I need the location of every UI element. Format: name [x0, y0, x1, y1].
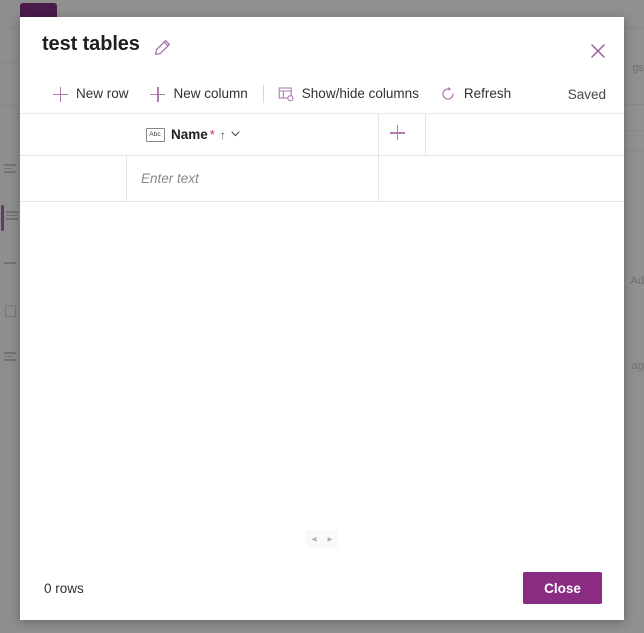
pager-previous-button[interactable]: ◂: [306, 530, 322, 548]
toolbar-divider: [262, 85, 264, 103]
new-row-name-input[interactable]: [139, 169, 378, 187]
name-cell[interactable]: [127, 155, 379, 201]
column-header-label: Name: [171, 127, 208, 142]
refresh-button[interactable]: Refresh: [432, 79, 518, 109]
column-header-name[interactable]: Abc Name * ↑: [127, 114, 379, 155]
required-marker: *: [209, 127, 215, 142]
row-count-label: 0 rows: [44, 580, 84, 596]
new-row-button[interactable]: New row: [44, 79, 136, 109]
pencil-icon[interactable]: [151, 37, 173, 59]
save-status: Saved: [567, 86, 606, 102]
background-nav-rail: [0, 0, 20, 633]
table-icon: [6, 211, 18, 222]
lines-icon: [4, 352, 16, 363]
plus-icon: [51, 85, 69, 103]
add-column-button[interactable]: [379, 114, 426, 155]
background-text-manage: ag: [631, 360, 644, 372]
row-gutter-cell: [20, 155, 127, 201]
dialog-footer: 0 rows Close: [20, 556, 624, 620]
grid-header-gutter: [20, 114, 127, 155]
columns-icon: [277, 85, 295, 103]
grid-header-row: Abc Name * ↑: [20, 114, 624, 156]
show-hide-columns-button[interactable]: Show/hide columns: [270, 79, 426, 109]
grid-pager: ◂ ▸: [20, 530, 624, 548]
menu-icon: [4, 164, 16, 175]
app-tab-chip: [20, 3, 57, 17]
command-bar: New row New column Show/hide columns Ref…: [20, 75, 624, 114]
close-icon[interactable]: [582, 35, 614, 67]
table-row: [20, 155, 624, 202]
refresh-icon: [439, 85, 457, 103]
data-grid: Abc Name * ↑ Enter text ◂ ▸: [20, 114, 624, 556]
background-text-advanced: Ad: [630, 275, 644, 287]
dash-icon: [4, 262, 16, 273]
background-text-settings: gs: [632, 62, 644, 74]
close-button[interactable]: Close: [523, 572, 602, 604]
new-column-label: New column: [173, 86, 248, 102]
chevron-down-icon[interactable]: [231, 130, 240, 139]
plus-icon: [149, 85, 167, 103]
pager-next-button[interactable]: ▸: [322, 530, 338, 548]
show-hide-columns-label: Show/hide columns: [301, 86, 419, 102]
new-row-label: New row: [76, 86, 129, 102]
plus-icon: [389, 125, 408, 144]
refresh-label: Refresh: [463, 86, 512, 102]
sort-ascending-icon[interactable]: ↑: [220, 129, 226, 141]
new-column-button[interactable]: New column: [142, 79, 255, 109]
page-title: test tables: [42, 33, 140, 55]
table-editor-dialog: test tables New row New column Show/hide…: [20, 17, 624, 620]
doc-icon: [5, 305, 16, 317]
rail-active-indicator: [1, 205, 4, 231]
abc-icon-label: Abc: [149, 131, 162, 138]
abc-icon: Abc: [146, 127, 165, 142]
dialog-header: test tables: [20, 17, 624, 75]
